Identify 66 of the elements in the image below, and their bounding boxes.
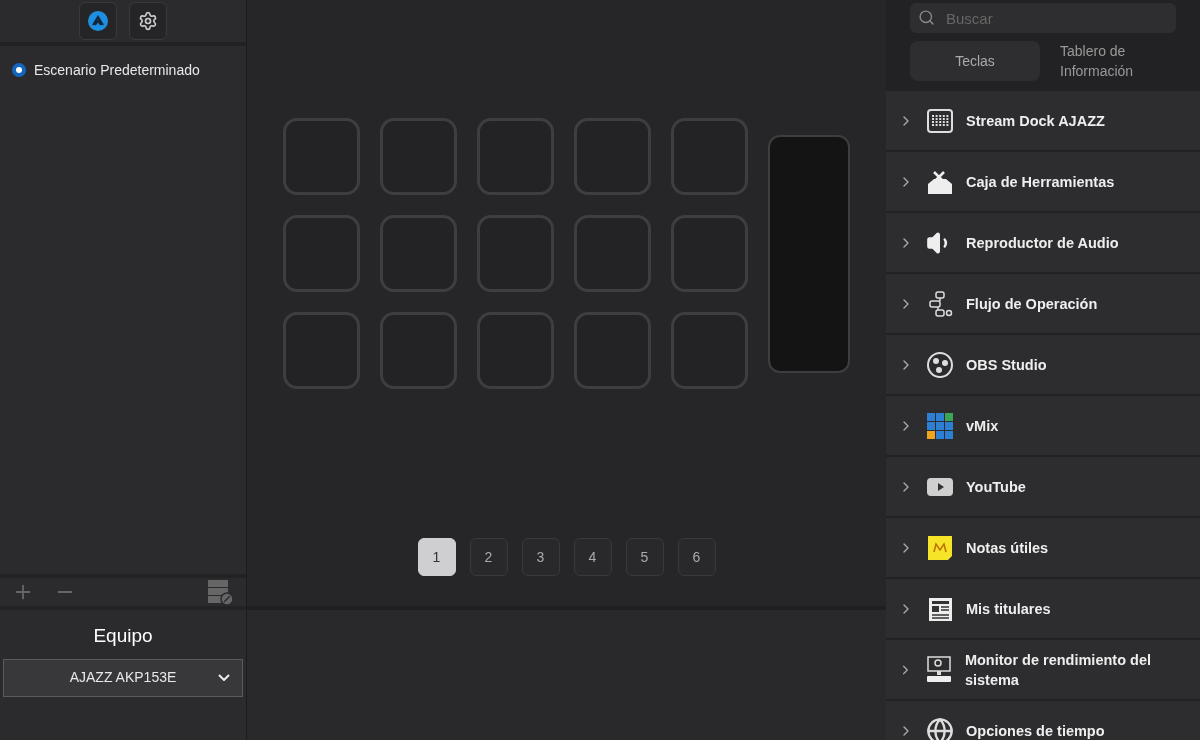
plugin-label: Stream Dock AJAZZ (966, 111, 1105, 131)
monitor-icon (924, 655, 953, 684)
aperture-icon (926, 350, 954, 379)
app-logo-button[interactable] (79, 2, 117, 40)
server-icon[interactable] (206, 578, 234, 606)
gear-icon (138, 11, 158, 31)
search-icon (918, 9, 935, 26)
plugin-category[interactable]: Notas útiles (886, 518, 1200, 577)
plugin-category[interactable]: vMix (886, 396, 1200, 455)
plugin-label: Opciones de tiempo (966, 721, 1105, 740)
plugin-category[interactable]: Caja de Herramientas (886, 152, 1200, 211)
device-dropdown[interactable]: AJAZZ AKP153E (3, 658, 243, 697)
device-title: Equipo (93, 624, 153, 648)
page-button[interactable]: 4 (573, 538, 612, 576)
plugin-label: Mis titulares (966, 599, 1051, 619)
plugin-label: Flujo de Operación (966, 294, 1098, 314)
scene-label: Escenario Predeterminado (34, 60, 200, 80)
radio-button[interactable] (12, 63, 26, 77)
page-button[interactable]: 6 (677, 538, 716, 576)
page-button[interactable]: 2 (469, 538, 508, 576)
search-field[interactable]: Buscar (910, 3, 1176, 33)
plugin-category[interactable]: YouTube (886, 457, 1200, 516)
key-slot[interactable] (671, 215, 748, 292)
page-button[interactable]: 1 (417, 538, 456, 576)
plugin-label: vMix (966, 416, 999, 436)
plugin-category[interactable]: Opciones de tiempo (886, 701, 1200, 740)
plugin-category[interactable]: Stream Dock AJAZZ (886, 91, 1200, 150)
page-button[interactable]: 5 (625, 538, 664, 576)
globe-icon (926, 716, 954, 740)
plugin-label: Monitor de rendimiento del sistema (964, 650, 1152, 690)
key-slot[interactable] (671, 118, 748, 195)
grid-icon (926, 411, 954, 440)
key-slot[interactable] (283, 215, 360, 292)
plugin-label: Notas útiles (966, 538, 1049, 558)
page-button[interactable]: 3 (521, 538, 560, 576)
key-slot[interactable] (380, 312, 457, 389)
key-slot[interactable] (574, 118, 651, 195)
touch-strip[interactable] (768, 134, 850, 373)
plugin-category[interactable]: Reproductor de Audio (886, 213, 1200, 272)
plugin-label: Reproductor de Audio (966, 233, 1119, 253)
keypad-icon (926, 106, 954, 135)
plugin-label: OBS Studio (966, 355, 1047, 375)
key-slot[interactable] (477, 215, 554, 292)
plugin-label: Caja de Herramientas (966, 172, 1115, 192)
key-slot[interactable] (380, 118, 457, 195)
plugin-category[interactable]: Mis titulares (886, 579, 1200, 638)
key-slot[interactable] (671, 312, 748, 389)
key-slot[interactable] (283, 312, 360, 389)
key-slot[interactable] (477, 118, 554, 195)
plugin-category[interactable]: OBS Studio (886, 335, 1200, 394)
key-slot[interactable] (574, 312, 651, 389)
tab[interactable]: Teclas (910, 41, 1040, 81)
flowchart-icon (926, 289, 954, 318)
key-slot[interactable] (574, 215, 651, 292)
chevron-down-icon (218, 674, 230, 681)
key-slot[interactable] (283, 118, 360, 195)
scene-item[interactable]: Escenario Predeterminado (0, 58, 246, 82)
tab[interactable]: Tablero de Información (1044, 41, 1174, 81)
plugin-label: YouTube (966, 477, 1026, 497)
sticky-note-icon (926, 533, 954, 562)
key-slot[interactable] (477, 312, 554, 389)
plugin-category[interactable]: Flujo de Operación (886, 274, 1200, 333)
logo-icon (88, 11, 108, 31)
settings-button[interactable] (129, 2, 167, 40)
plugin-category[interactable]: Monitor de rendimiento del sistema (886, 640, 1200, 699)
key-slot[interactable] (380, 215, 457, 292)
